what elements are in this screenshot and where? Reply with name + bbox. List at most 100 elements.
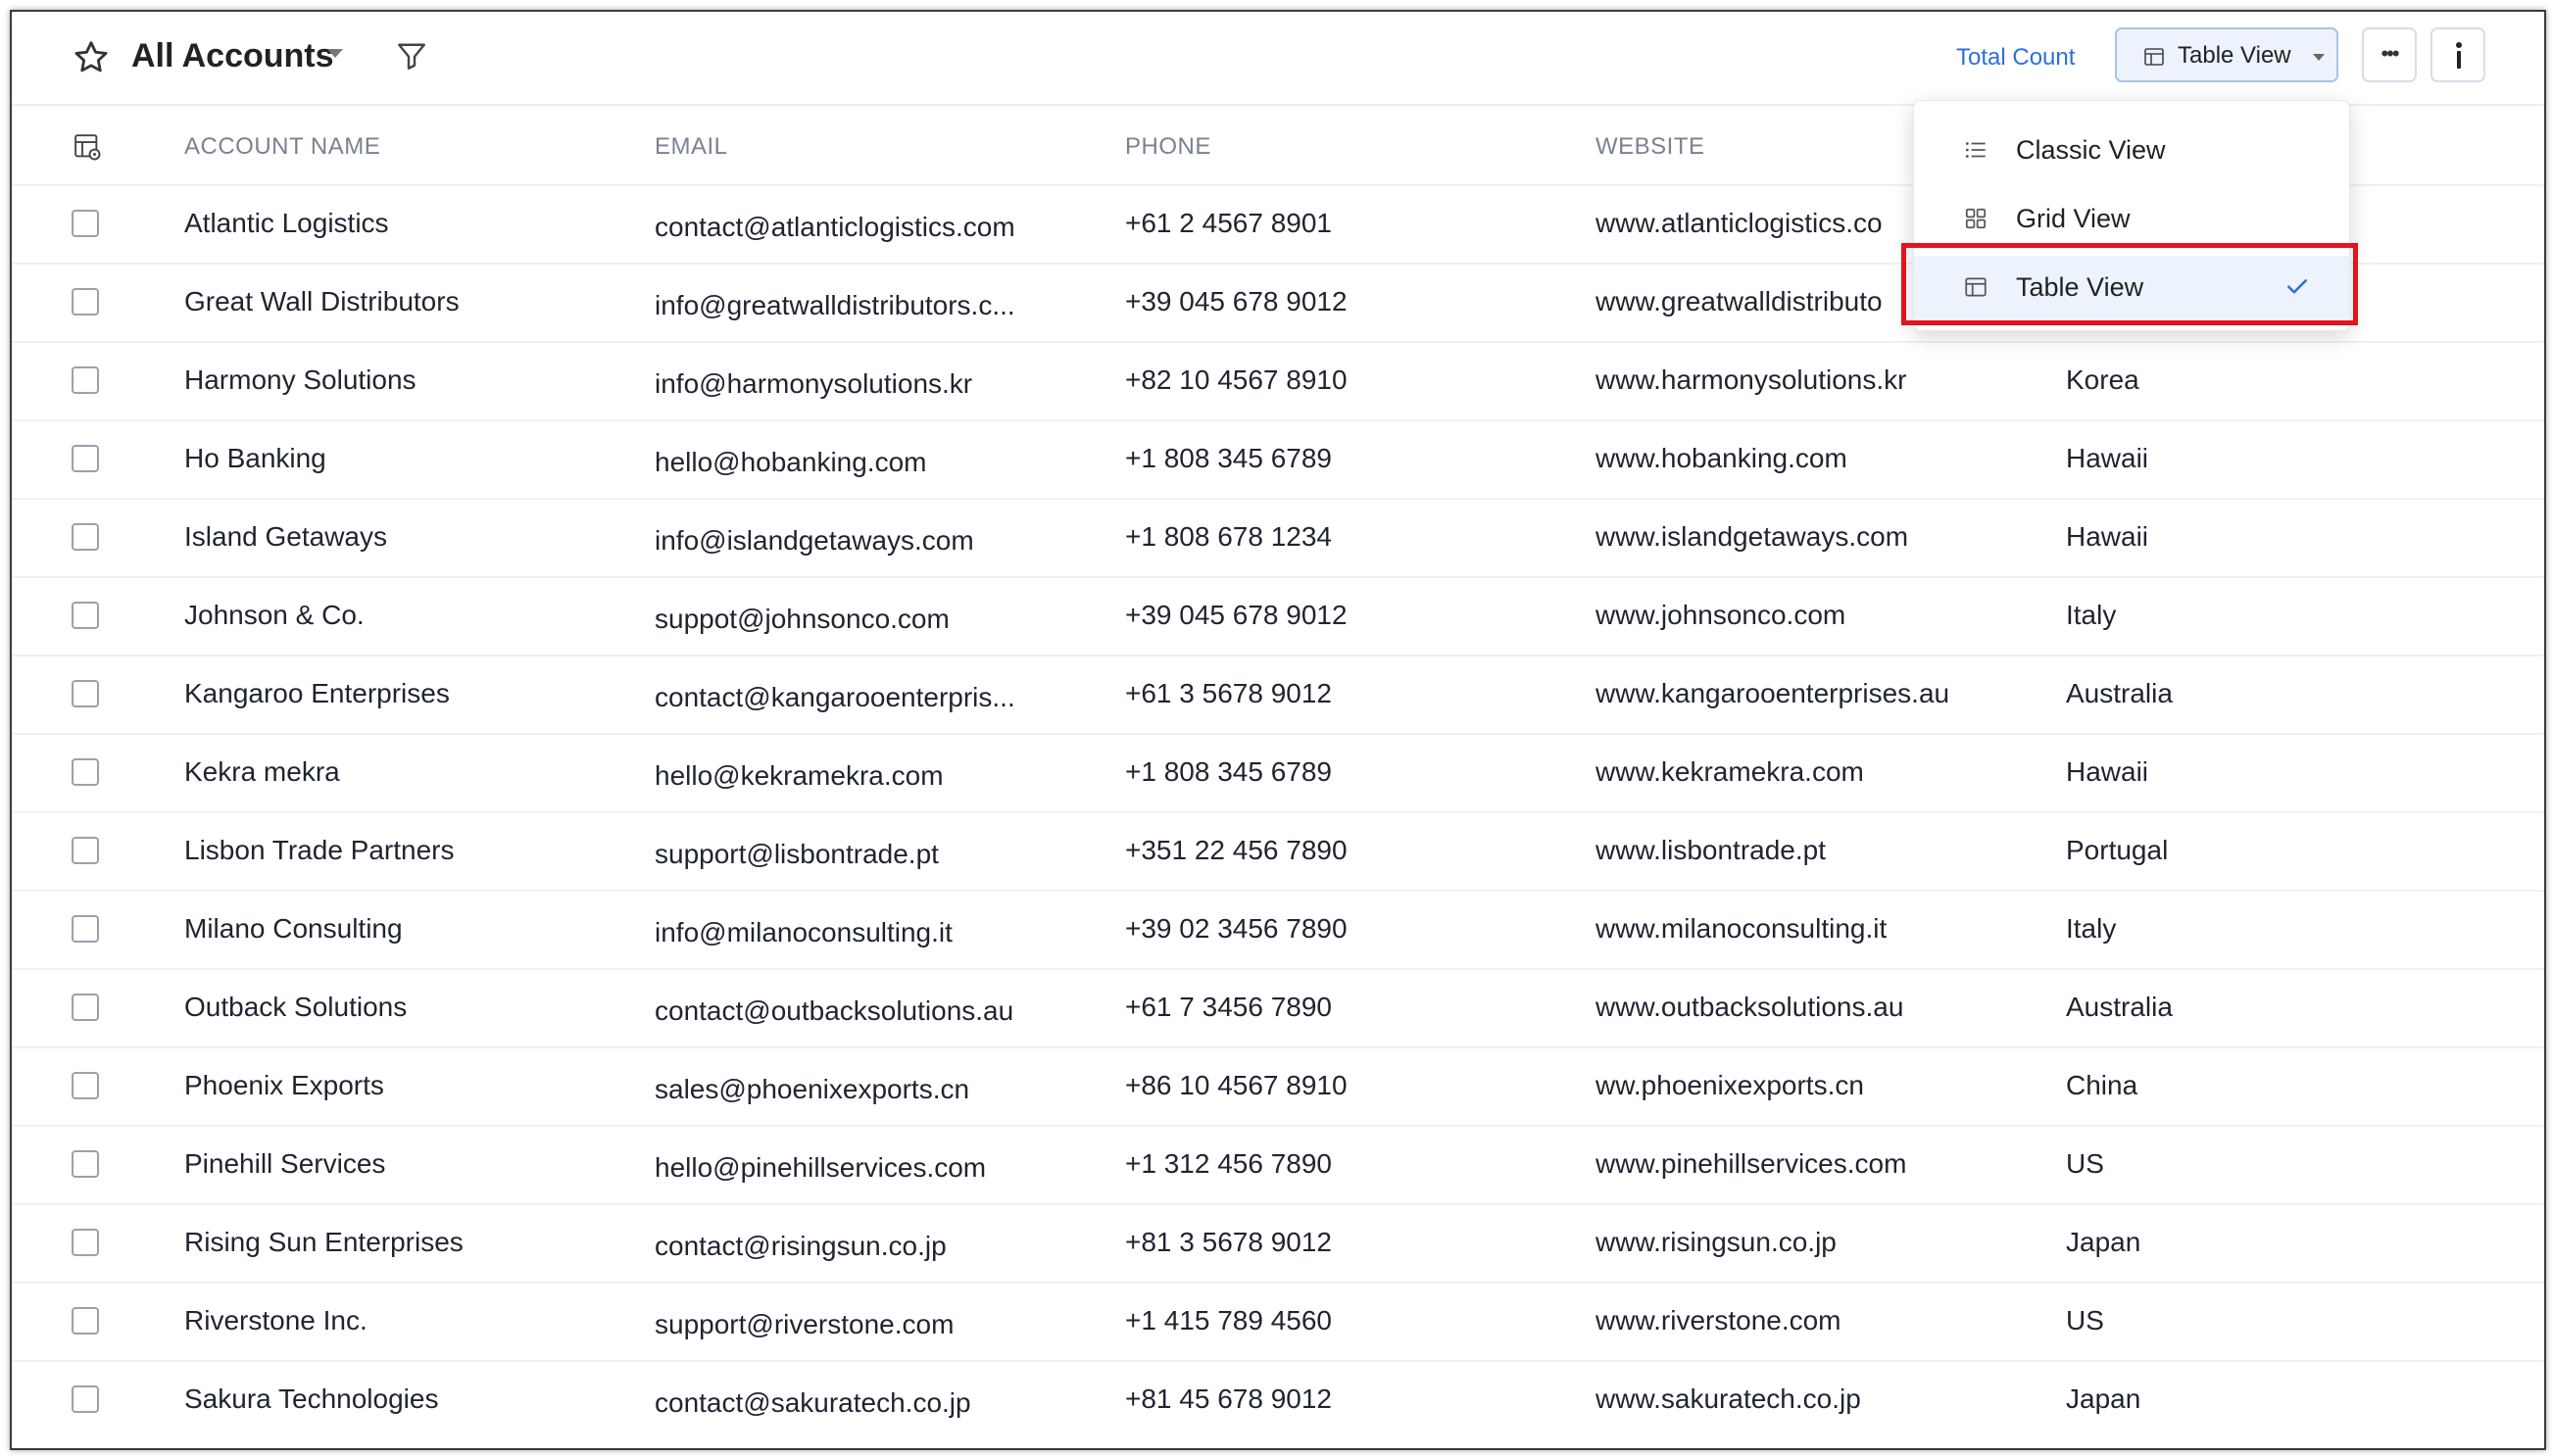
website-cell[interactable]: ww.phoenixexports.cn: [1595, 1068, 1864, 1103]
row-checkbox[interactable]: [72, 1385, 99, 1413]
phone-cell[interactable]: +86 10 4567 8910: [1125, 1068, 1348, 1103]
phone-cell[interactable]: +39 045 678 9012: [1125, 598, 1348, 633]
row-checkbox[interactable]: [72, 1072, 99, 1099]
email-cell[interactable]: contact@risingsun.co.jp: [655, 1229, 947, 1264]
website-cell[interactable]: www.kangarooenterprises.au: [1595, 676, 1949, 711]
email-cell[interactable]: hello@pinehillservices.com: [655, 1150, 986, 1186]
email-cell[interactable]: support@riverstone.com: [655, 1307, 954, 1342]
total-count-link[interactable]: Total Count: [1956, 41, 2075, 74]
phone-cell[interactable]: +82 10 4567 8910: [1125, 363, 1348, 398]
email-cell[interactable]: sales@phoenixexports.cn: [655, 1072, 969, 1107]
website-cell[interactable]: www.risingsun.co.jp: [1595, 1225, 1837, 1260]
table-row[interactable]: Outback Solutions contact@outbacksolutio…: [12, 968, 2544, 1048]
email-cell[interactable]: contact@kangarooenterpris...: [655, 680, 1015, 715]
website-cell[interactable]: www.milanoconsulting.it: [1595, 911, 1887, 946]
table-row[interactable]: Rising Sun Enterprises contact@risingsun…: [12, 1203, 2544, 1284]
account-name-cell[interactable]: Outback Solutions: [184, 990, 407, 1025]
account-name-cell[interactable]: Rising Sun Enterprises: [184, 1225, 464, 1260]
email-cell[interactable]: hello@hobanking.com: [655, 445, 926, 480]
row-checkbox[interactable]: [72, 366, 99, 394]
phone-cell[interactable]: +351 22 456 7890: [1125, 833, 1348, 868]
account-name-cell[interactable]: Phoenix Exports: [184, 1068, 384, 1103]
email-cell[interactable]: contact@sakuratech.co.jp: [655, 1385, 971, 1421]
website-cell[interactable]: www.riverstone.com: [1595, 1303, 1841, 1338]
page-title[interactable]: All Accounts: [131, 33, 334, 78]
email-cell[interactable]: hello@kekramekra.com: [655, 758, 944, 794]
website-cell[interactable]: www.outbacksolutions.au: [1595, 990, 1903, 1025]
account-name-cell[interactable]: Atlantic Logistics: [184, 206, 389, 241]
star-icon[interactable]: [71, 37, 112, 78]
website-cell[interactable]: www.harmonysolutions.kr: [1595, 363, 1906, 398]
account-name-cell[interactable]: Riverstone Inc.: [184, 1303, 368, 1338]
website-cell[interactable]: www.pinehillservices.com: [1595, 1146, 1906, 1182]
phone-cell[interactable]: +1 808 678 1234: [1125, 519, 1332, 555]
row-checkbox[interactable]: [72, 680, 99, 707]
table-row[interactable]: Riverstone Inc. support@riverstone.com +…: [12, 1282, 2544, 1362]
account-name-cell[interactable]: Lisbon Trade Partners: [184, 833, 455, 868]
row-checkbox[interactable]: [72, 523, 99, 551]
row-checkbox[interactable]: [72, 994, 99, 1021]
website-cell[interactable]: www.sakuratech.co.jp: [1595, 1382, 1861, 1417]
table-row[interactable]: Phoenix Exports sales@phoenixexports.cn …: [12, 1046, 2544, 1127]
phone-cell[interactable]: +1 312 456 7890: [1125, 1146, 1332, 1182]
account-name-cell[interactable]: Milano Consulting: [184, 911, 403, 946]
column-header-website[interactable]: WEBSITE: [1595, 131, 1705, 163]
column-header-phone[interactable]: PHONE: [1125, 131, 1211, 163]
phone-cell[interactable]: +1 415 789 4560: [1125, 1303, 1332, 1338]
website-cell[interactable]: www.johnsonco.com: [1595, 598, 1845, 633]
email-cell[interactable]: info@milanoconsulting.it: [655, 915, 953, 950]
phone-cell[interactable]: +39 02 3456 7890: [1125, 911, 1348, 946]
row-checkbox[interactable]: [72, 602, 99, 629]
row-checkbox[interactable]: [72, 288, 99, 315]
row-checkbox[interactable]: [72, 1229, 99, 1256]
view-switcher-button[interactable]: Table View: [2115, 27, 2338, 82]
website-cell[interactable]: www.islandgetaways.com: [1595, 519, 1908, 555]
email-cell[interactable]: info@greatwalldistributors.c...: [655, 288, 1015, 323]
phone-cell[interactable]: +61 3 5678 9012: [1125, 676, 1332, 711]
table-row[interactable]: Lisbon Trade Partners support@lisbontrad…: [12, 811, 2544, 892]
email-cell[interactable]: contact@outbacksolutions.au: [655, 994, 1013, 1029]
email-cell[interactable]: contact@atlanticlogistics.com: [655, 210, 1015, 245]
table-row[interactable]: Kekra mekra hello@kekramekra.com +1 808 …: [12, 733, 2544, 813]
row-checkbox[interactable]: [72, 915, 99, 943]
table-row[interactable]: Pinehill Services hello@pinehillservices…: [12, 1125, 2544, 1205]
table-row[interactable]: Sakura Technologies contact@sakuratech.c…: [12, 1360, 2544, 1440]
account-name-cell[interactable]: Sakura Technologies: [184, 1382, 438, 1417]
menu-item-classic-view[interactable]: Classic View: [1914, 119, 2349, 181]
website-cell[interactable]: www.hobanking.com: [1595, 441, 1847, 476]
phone-cell[interactable]: +1 808 345 6789: [1125, 441, 1332, 476]
phone-cell[interactable]: +61 7 3456 7890: [1125, 990, 1332, 1025]
row-checkbox[interactable]: [72, 210, 99, 237]
account-name-cell[interactable]: Ho Banking: [184, 441, 326, 476]
column-header-account-name[interactable]: ACCOUNT NAME: [184, 131, 380, 163]
account-name-cell[interactable]: Harmony Solutions: [184, 363, 417, 398]
phone-cell[interactable]: +39 045 678 9012: [1125, 284, 1348, 319]
info-button[interactable]: [2430, 27, 2485, 82]
menu-item-grid-view[interactable]: Grid View: [1914, 187, 2349, 250]
row-checkbox[interactable]: [72, 758, 99, 786]
row-checkbox[interactable]: [72, 445, 99, 472]
column-settings-icon[interactable]: [73, 132, 102, 162]
more-options-button[interactable]: •••: [2362, 27, 2417, 82]
website-cell[interactable]: www.greatwalldistributo: [1595, 284, 1883, 319]
table-row[interactable]: Ho Banking hello@hobanking.com +1 808 34…: [12, 419, 2544, 500]
phone-cell[interactable]: +81 3 5678 9012: [1125, 1225, 1332, 1260]
email-cell[interactable]: suppot@johnsonco.com: [655, 602, 950, 637]
account-name-cell[interactable]: Island Getaways: [184, 519, 387, 555]
account-name-cell[interactable]: Pinehill Services: [184, 1146, 385, 1182]
website-cell[interactable]: www.atlanticlogistics.co: [1595, 206, 1883, 241]
email-cell[interactable]: info@islandgetaways.com: [655, 523, 974, 558]
email-cell[interactable]: support@lisbontrade.pt: [655, 837, 939, 872]
account-name-cell[interactable]: Great Wall Distributors: [184, 284, 460, 319]
phone-cell[interactable]: +61 2 4567 8901: [1125, 206, 1332, 241]
filter-icon[interactable]: [394, 38, 429, 73]
website-cell[interactable]: www.kekramekra.com: [1595, 754, 1864, 790]
row-checkbox[interactable]: [72, 1150, 99, 1178]
chevron-down-icon[interactable]: [327, 49, 343, 58]
phone-cell[interactable]: +81 45 678 9012: [1125, 1382, 1332, 1417]
column-header-email[interactable]: EMAIL: [655, 131, 728, 163]
website-cell[interactable]: www.lisbontrade.pt: [1595, 833, 1826, 868]
table-row[interactable]: Harmony Solutions info@harmonysolutions.…: [12, 341, 2544, 421]
table-row[interactable]: Johnson & Co. suppot@johnsonco.com +39 0…: [12, 576, 2544, 656]
account-name-cell[interactable]: Kangaroo Enterprises: [184, 676, 450, 711]
